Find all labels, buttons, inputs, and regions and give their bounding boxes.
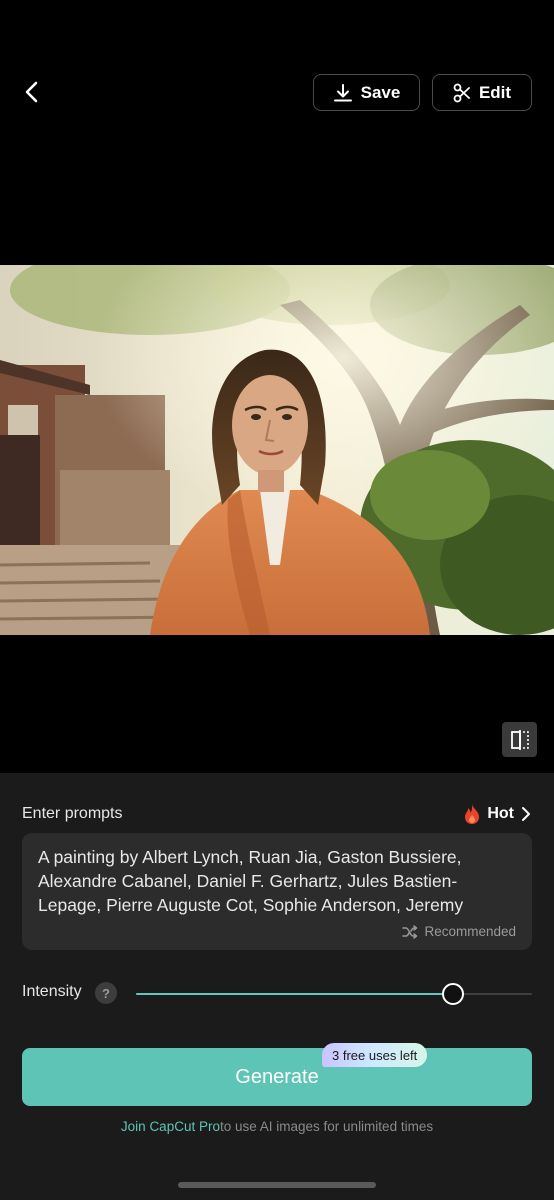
home-indicator	[178, 1182, 376, 1188]
hot-prompts-link[interactable]: Hot	[463, 803, 532, 825]
intensity-help-icon[interactable]: ?	[95, 982, 117, 1004]
shuffle-icon	[402, 924, 418, 939]
hot-label: Hot	[487, 805, 514, 822]
pro-upsell: Join CapCut Proto use AI images for unli…	[0, 1119, 554, 1134]
intensity-row: Intensity ?	[22, 981, 532, 1007]
generation-panel: Enter prompts Hot A painting by Albert L…	[0, 773, 554, 1200]
chevron-left-icon	[25, 81, 38, 103]
intensity-label: Intensity	[22, 983, 82, 1000]
prompt-label: Enter prompts	[22, 805, 123, 822]
edit-label: Edit	[478, 82, 512, 102]
edit-button[interactable]: Edit	[432, 74, 532, 111]
flame-icon	[465, 804, 480, 824]
generated-image	[0, 265, 554, 635]
generate-label: Generate	[235, 1065, 319, 1088]
top-actions: Save Edit	[313, 74, 532, 111]
compare-icon	[510, 729, 529, 750]
slider-fill	[136, 993, 453, 995]
intensity-slider[interactable]	[136, 981, 532, 1007]
prompt-text: A painting by Albert Lynch, Ruan Jia, Ga…	[38, 847, 464, 915]
prompt-header: Enter prompts Hot	[22, 803, 532, 825]
chevron-right-icon	[522, 807, 530, 821]
generate-button[interactable]: Generate	[22, 1048, 532, 1106]
download-icon	[333, 83, 352, 101]
free-uses-badge: 3 free uses left	[322, 1043, 428, 1067]
recommended-button[interactable]: Recommended	[402, 924, 516, 939]
slider-thumb[interactable]	[441, 983, 464, 1005]
recommended-label: Recommended	[424, 924, 516, 939]
save-button[interactable]: Save	[313, 74, 420, 111]
join-pro-link[interactable]: Join CapCut Pro	[121, 1119, 220, 1134]
back-button[interactable]	[14, 74, 50, 110]
save-label: Save	[360, 82, 401, 102]
pro-upsell-text: to use AI images for unlimited times	[219, 1119, 434, 1134]
scissors-icon	[453, 83, 470, 102]
compare-toggle-button[interactable]	[502, 722, 537, 757]
ai-image-result-screen: Save Edit Enter prompts Hot A painting b…	[0, 0, 554, 1200]
prompt-input[interactable]: A painting by Albert Lynch, Ruan Jia, Ga…	[22, 833, 532, 950]
